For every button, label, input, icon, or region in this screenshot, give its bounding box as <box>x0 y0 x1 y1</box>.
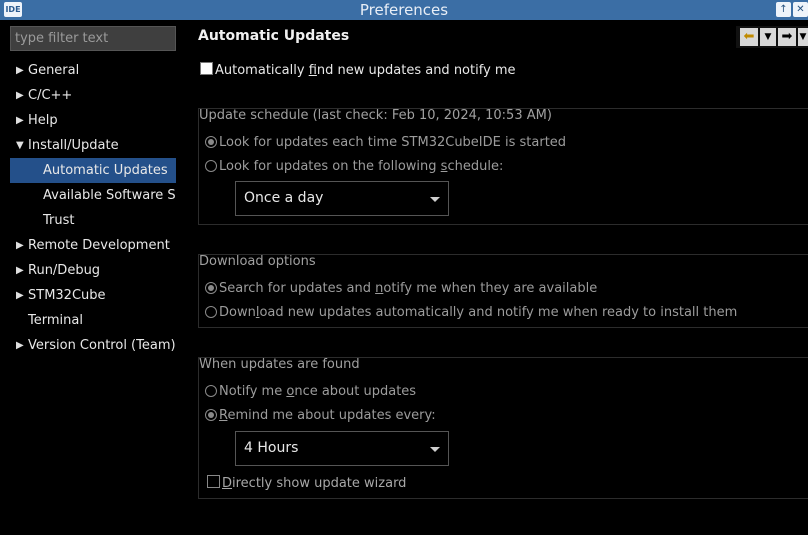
schedule-frequency-combo[interactable]: Once a day <box>235 181 449 216</box>
when-updates-found-group: When updates are found Notify me once ab… <box>198 357 808 499</box>
auto-find-updates-checkbox[interactable]: Automatically find new updates and notif… <box>200 62 516 78</box>
expand-arrow-icon[interactable]: ▶ <box>16 283 26 308</box>
chevron-down-icon[interactable] <box>430 447 440 452</box>
sidebar-item-general[interactable]: ▶ General <box>10 58 176 83</box>
radio-label: Search for updates and <box>219 281 376 296</box>
combo-value: Once a day <box>244 190 324 206</box>
sidebar-item-stm32cube[interactable]: ▶ STM32Cube <box>10 283 176 308</box>
sidebar-item-label: Available Software Sit <box>43 188 176 203</box>
radio-circle[interactable] <box>205 160 217 172</box>
sidebar-item-label: Trust <box>43 213 75 228</box>
radio-on-startup[interactable]: Look for updates each time STM32CubeIDE … <box>205 135 566 150</box>
checkbox-label-mnemonic: D <box>222 476 233 491</box>
expand-arrow-icon[interactable]: ▶ <box>16 258 26 283</box>
preference-tree: ▶ General ▶ C/C++ ▶ Help ▼ Install/Updat… <box>10 58 176 358</box>
radio-label: Look for updates each time STM32CubeIDE … <box>219 135 567 150</box>
sidebar-item-label: Automatic Updates <box>43 163 168 178</box>
sidebar-item-label: Run/Debug <box>28 263 101 278</box>
radio-search-notify[interactable]: Search for updates and notify me when th… <box>205 281 597 296</box>
back-dropdown-icon[interactable]: ▼ <box>760 28 776 46</box>
sidebar-item-terminal[interactable]: Terminal <box>10 308 176 333</box>
expand-arrow-icon[interactable]: ▶ <box>16 233 26 258</box>
group-title: Update schedule (last check: Feb 10, 202… <box>199 108 552 123</box>
expand-arrow-icon[interactable]: ▶ <box>16 333 26 358</box>
filter-input[interactable]: type filter text <box>10 26 176 51</box>
preferences-sidebar: type filter text ▶ General ▶ C/C++ ▶ Hel… <box>0 20 176 535</box>
radio-label: Look for updates on the following <box>219 159 441 174</box>
radio-label: chedule: <box>447 159 504 174</box>
radio-circle[interactable] <box>205 385 217 397</box>
combo-value: 4 Hours <box>244 440 299 456</box>
sidebar-item-label: Version Control (Team) <box>28 338 176 353</box>
close-icon[interactable]: ✕ <box>793 2 808 17</box>
checkbox-label-mnemonic: f <box>308 63 317 78</box>
sidebar-item-label: Terminal <box>28 313 83 328</box>
expand-arrow-icon[interactable]: ▶ <box>16 108 26 133</box>
page-nav-toolbar: ⬅ ▼ ➡ ▼ <box>736 26 808 48</box>
group-title: When updates are found <box>199 357 360 372</box>
radio-label: Down <box>219 305 256 320</box>
sidebar-item-label: General <box>28 63 80 78</box>
forward-dropdown-icon[interactable]: ▼ <box>798 28 808 46</box>
sidebar-item-label: Install/Update <box>28 138 119 153</box>
sidebar-item-label: C/C++ <box>28 88 73 103</box>
radio-auto-download[interactable]: Download new updates automatically and n… <box>205 305 737 320</box>
sidebar-item-install-update[interactable]: ▼ Install/Update <box>10 133 176 158</box>
checkbox-label: ind new updates and notify me <box>316 63 516 78</box>
remind-interval-combo[interactable]: 4 Hours <box>235 431 449 466</box>
expand-arrow-icon[interactable]: ▶ <box>16 83 26 108</box>
back-arrow-icon[interactable]: ⬅ <box>740 28 758 46</box>
checkbox-box[interactable] <box>207 475 220 488</box>
radio-circle[interactable] <box>205 136 217 148</box>
collapse-arrow-icon[interactable]: ▼ <box>16 133 26 158</box>
show-update-wizard-checkbox[interactable]: Directly show update wizard <box>207 475 406 491</box>
sidebar-item-trust[interactable]: Trust <box>10 208 176 233</box>
window-title: Preferences <box>359 1 449 19</box>
group-title: Download options <box>199 254 316 269</box>
preference-page: Automatic Updates ⬅ ▼ ➡ ▼ Automatically … <box>176 20 808 535</box>
sidebar-item-version-control[interactable]: ▶ Version Control (Team) <box>10 333 176 358</box>
download-options-group: Download options Search for updates and … <box>198 254 808 328</box>
maximize-icon[interactable]: ↑ <box>776 2 791 17</box>
radio-remind-every[interactable]: Remind me about updates every: <box>205 408 436 423</box>
sidebar-item-help[interactable]: ▶ Help <box>10 108 176 133</box>
radio-label: otify me when they are available <box>383 281 598 296</box>
radio-circle[interactable] <box>205 409 217 421</box>
radio-label: emind me about updates every: <box>227 408 436 423</box>
radio-label: oad new updates automatically and notify… <box>259 305 738 320</box>
radio-on-schedule[interactable]: Look for updates on the following schedu… <box>205 159 503 174</box>
checkbox-label: Automatically <box>215 63 309 78</box>
checkbox-label: irectly show update wizard <box>232 476 407 491</box>
radio-circle[interactable] <box>205 282 217 294</box>
title-bar: IDE Preferences ↑ ✕ <box>0 0 808 20</box>
sidebar-item-label: Remote Development <box>28 238 170 253</box>
sidebar-item-remote-development[interactable]: ▶ Remote Development <box>10 233 176 258</box>
update-schedule-group: Update schedule (last check: Feb 10, 202… <box>198 108 808 225</box>
chevron-down-icon[interactable] <box>430 197 440 202</box>
checkbox-box[interactable] <box>200 62 213 75</box>
sidebar-item-label: STM32Cube <box>28 288 106 303</box>
sidebar-item-cpp[interactable]: ▶ C/C++ <box>10 83 176 108</box>
radio-notify-once[interactable]: Notify me once about updates <box>205 384 416 399</box>
radio-label: Notify me <box>219 384 287 399</box>
radio-label: nce about updates <box>294 384 417 399</box>
forward-arrow-icon[interactable]: ➡ <box>778 28 796 46</box>
radio-circle[interactable] <box>205 306 217 318</box>
sidebar-item-automatic-updates[interactable]: Automatic Updates <box>10 158 176 183</box>
page-title: Automatic Updates <box>198 28 350 44</box>
app-icon: IDE <box>4 2 22 17</box>
sidebar-item-run-debug[interactable]: ▶ Run/Debug <box>10 258 176 283</box>
expand-arrow-icon[interactable]: ▶ <box>16 58 26 83</box>
sidebar-item-label: Help <box>28 113 58 128</box>
sidebar-item-available-software-sites[interactable]: Available Software Sit <box>10 183 176 208</box>
